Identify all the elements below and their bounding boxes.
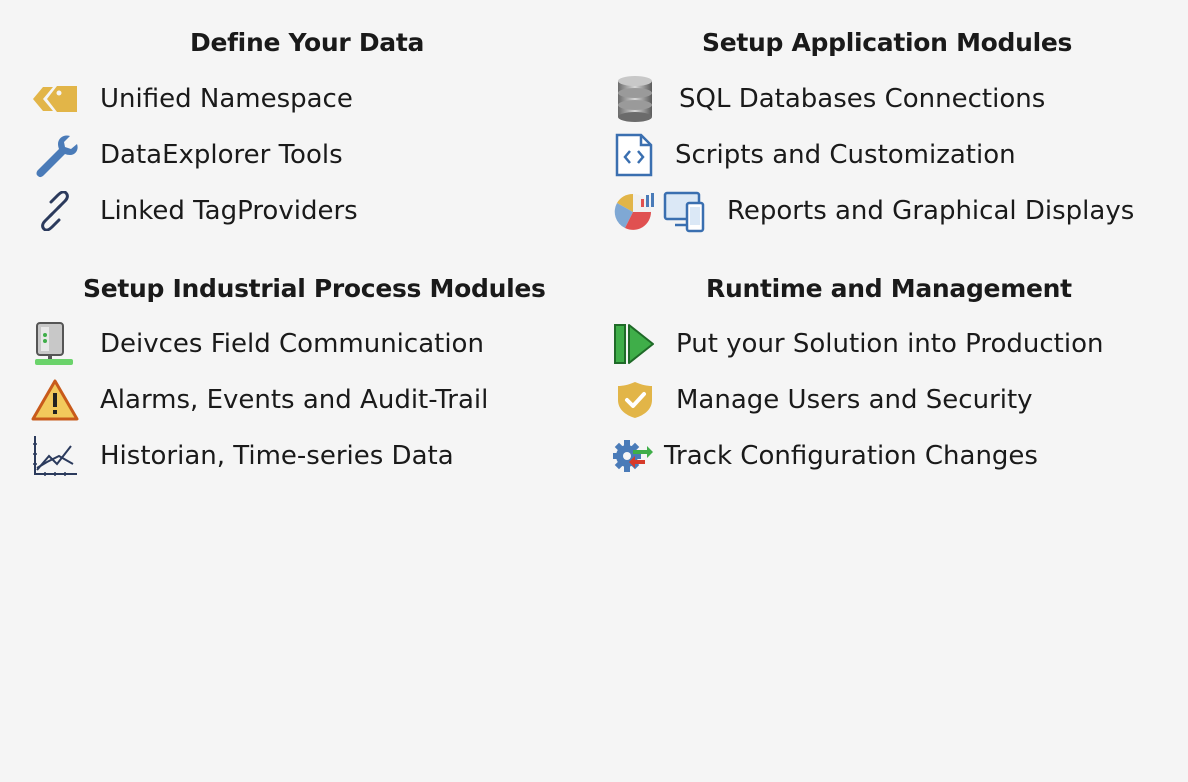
section-title: Setup Application Modules [702,28,1073,57]
play-icon [612,323,656,365]
link-icon [30,191,80,231]
linked-tagproviders-link[interactable]: Linked TagProviders [30,187,358,235]
devices-field-communication-link[interactable]: Deivces Field Communication [30,320,484,368]
getting-started-panel: Define Your Data Unified Namespace DataE… [0,0,1188,782]
historian-link[interactable]: Historian, Time-series Data [30,432,454,480]
item-label: Alarms, Events and Audit-Trail [100,385,489,415]
item-label: Unified Namespace [100,84,353,114]
track-configuration-link[interactable]: Track Configuration Changes [610,432,1038,480]
pie-chart-icon [612,191,658,231]
item-label: Historian, Time-series Data [100,441,454,471]
gear-arrows-icon [610,436,656,476]
tag-icon [30,81,80,117]
network-device-icon [30,321,80,367]
alarms-events-link[interactable]: Alarms, Events and Audit-Trail [30,376,488,424]
shield-check-icon [614,380,656,420]
item-label: Reports and Graphical Displays [727,196,1135,226]
trend-chart-icon [30,434,80,478]
item-label: Deivces Field Communication [100,329,484,359]
item-label: Put your Solution into Production [676,329,1104,359]
item-label: Scripts and Customization [675,140,1016,170]
devices-display-icon [662,189,708,233]
sql-databases-link[interactable]: SQL Databases Connections [614,75,1045,123]
production-link[interactable]: Put your Solution into Production [612,320,1103,368]
code-file-icon [614,133,654,177]
reports-displays-link[interactable]: Reports and Graphical Displays [612,187,1134,235]
users-security-link[interactable]: Manage Users and Security [614,376,1033,424]
warning-icon [30,378,80,422]
unified-namespace-link[interactable]: Unified Namespace [30,75,353,123]
section-title: Setup Industrial Process Modules [83,274,546,303]
item-label: Manage Users and Security [676,385,1033,415]
item-label: SQL Databases Connections [679,84,1046,114]
item-label: Linked TagProviders [100,196,358,226]
scripts-customization-link[interactable]: Scripts and Customization [614,131,1016,179]
section-title: Define Your Data [190,28,425,57]
wrench-icon [30,132,80,178]
dataexplorer-tools-link[interactable]: DataExplorer Tools [30,131,343,179]
database-icon [614,75,656,123]
item-label: Track Configuration Changes [664,441,1038,471]
item-label: DataExplorer Tools [100,140,343,170]
section-title: Runtime and Management [706,274,1072,303]
